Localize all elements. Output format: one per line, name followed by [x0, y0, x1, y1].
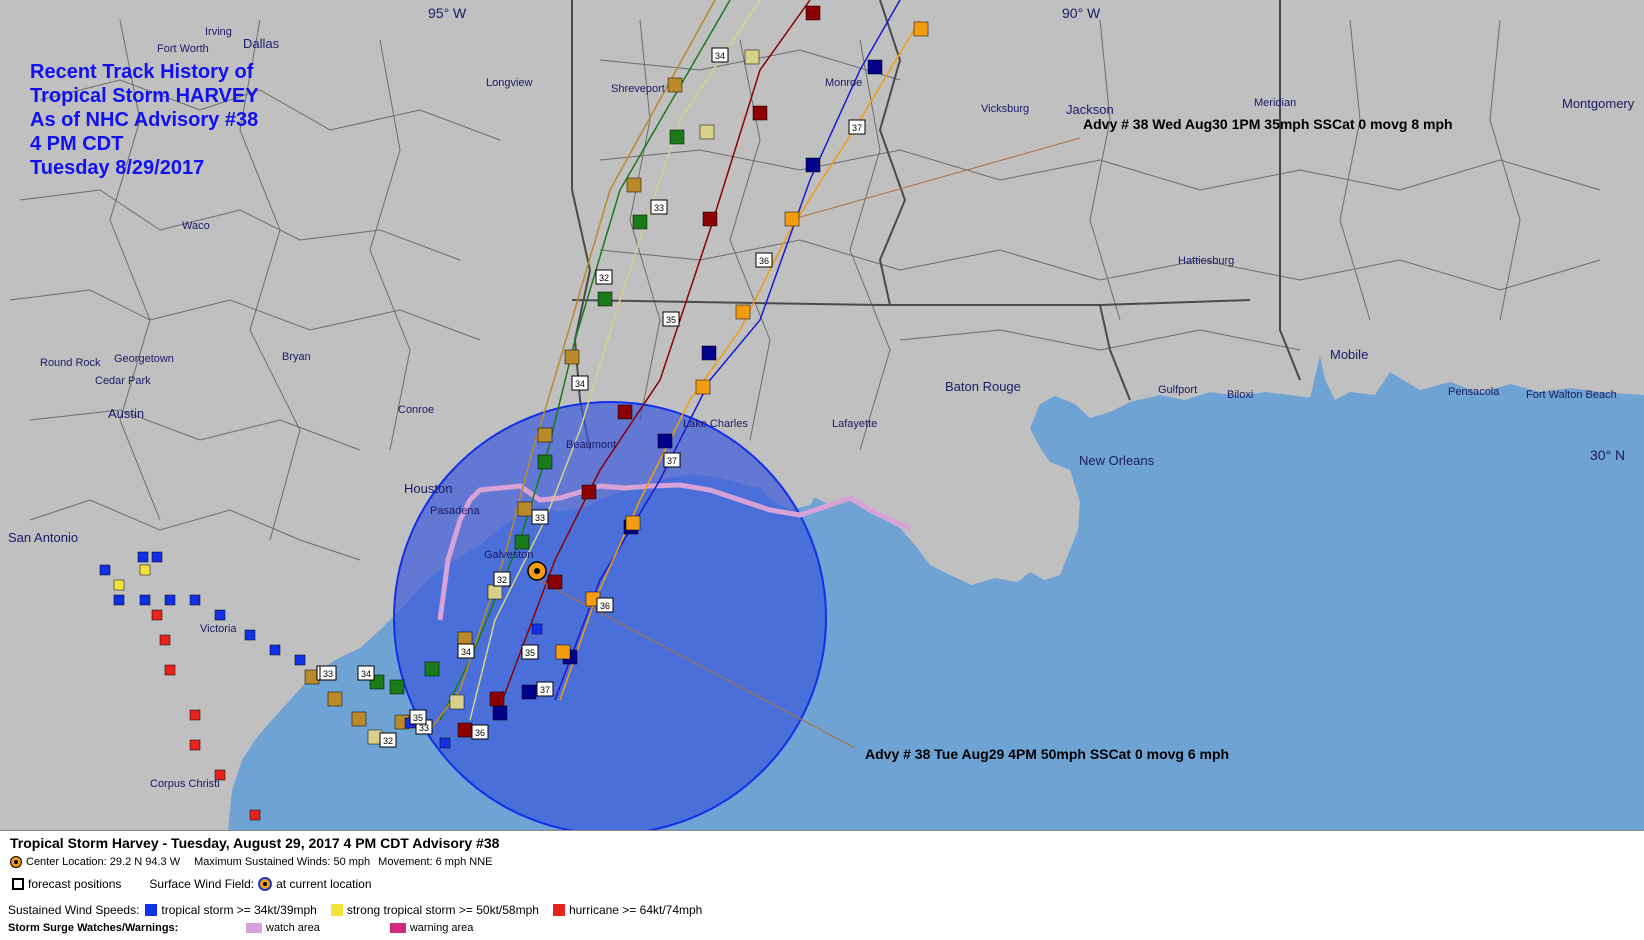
city-victoria: Victoria	[200, 623, 237, 635]
city-beaumont: Beaumont	[566, 439, 616, 451]
latitude-30-label: 30° N	[1590, 447, 1625, 463]
city-meridian: Meridian	[1254, 97, 1296, 109]
hurricane-label: hurricane >= 64kt/74mph	[568, 903, 703, 917]
legend-forecast-row: forecast positions Surface Wind Field: a…	[12, 877, 372, 891]
city-monroe: Monroe	[825, 77, 862, 89]
warning-area-label: warning area	[409, 922, 474, 934]
wind-field-icon	[258, 877, 273, 891]
meridian-90-label: 90° W	[1062, 5, 1101, 21]
callout-current: Advy # 38 Tue Aug29 4PM 50mph SSCat 0 mo…	[865, 746, 1229, 762]
hurricane-swatch	[552, 904, 565, 916]
city-conroe: Conroe	[398, 404, 434, 416]
forecast-positions-label: forecast positions	[28, 877, 122, 891]
city-pensacola: Pensacola	[1448, 386, 1500, 398]
watch-area-label: watch area	[266, 922, 320, 934]
city-lake-charles: Lake Charles	[683, 418, 748, 430]
svg-text:37: 37	[540, 685, 550, 695]
city-biloxi: Biloxi	[1227, 389, 1253, 401]
city-austin: Austin	[108, 406, 144, 421]
city-montgomery: Montgomery	[1562, 96, 1635, 111]
meridian-95-label: 95° W	[428, 5, 467, 21]
svg-text:37: 37	[667, 456, 677, 466]
svg-text:34: 34	[575, 379, 585, 389]
city-mobile: Mobile	[1330, 347, 1368, 362]
city-irving: Irving	[205, 26, 232, 38]
city-new-orleans: New Orleans	[1079, 453, 1155, 468]
center-location-label: Center Location: 29.2 N 94.3 W	[26, 856, 181, 868]
city-longview: Longview	[486, 77, 533, 89]
max-winds-label: Maximum Sustained Winds: 50 mph	[194, 856, 371, 868]
watch-area-swatch	[246, 923, 262, 933]
legend-center-row: Center Location: 29.2 N 94.3 W Maximum S…	[10, 856, 493, 868]
current-location-marker	[527, 561, 547, 581]
city-baton-rouge: Baton Rouge	[945, 379, 1021, 394]
svg-text:35: 35	[666, 315, 676, 325]
storm-track-map: 34 33 32 35 36 37 34 33 37 32 36 34 35 3…	[0, 0, 1644, 830]
city-waco: Waco	[182, 220, 210, 232]
svg-text:33: 33	[654, 203, 664, 213]
heading-line-5: Tuesday 8/29/2017	[30, 157, 204, 179]
tropical-storm-swatch	[145, 904, 158, 916]
svg-text:36: 36	[759, 256, 769, 266]
center-location-icon	[10, 856, 22, 868]
heading-line-1: Recent Track History of	[30, 61, 254, 83]
city-hattiesburg: Hattiesburg	[1178, 255, 1234, 267]
city-gulfport: Gulfport	[1158, 384, 1197, 396]
svg-text:37: 37	[852, 123, 862, 133]
city-vicksburg: Vicksburg	[981, 103, 1029, 115]
legend-title: Tropical Storm Harvey - Tuesday, August …	[10, 835, 500, 851]
forecast-position-icon	[12, 878, 24, 890]
svg-text:32: 32	[599, 273, 609, 283]
city-cedar-park: Cedar Park	[95, 375, 151, 387]
city-galveston: Galveston	[484, 549, 534, 561]
strong-tropical-storm-swatch	[330, 904, 343, 916]
city-georgetown: Georgetown	[114, 353, 174, 365]
heading-line-4: 4 PM CDT	[30, 133, 123, 155]
city-corpus-christi: Corpus Christi	[150, 778, 220, 790]
wind-field	[393, 401, 827, 830]
svg-text:35: 35	[413, 713, 423, 723]
svg-text:34: 34	[715, 51, 725, 61]
current-location-label: at current location	[276, 877, 372, 891]
movement-label: Movement: 6 mph NNE	[378, 856, 493, 868]
legend-wind-speeds-row: Sustained Wind Speeds: tropical storm >=…	[8, 903, 702, 917]
warning-area-swatch	[389, 923, 406, 933]
svg-text:36: 36	[600, 601, 610, 611]
city-lafayette: Lafayette	[832, 418, 877, 430]
city-fort-walton-beach: Fort Walton Beach	[1526, 389, 1617, 401]
city-jackson: Jackson	[1066, 102, 1114, 117]
city-houston: Houston	[404, 481, 452, 496]
heading-line-3: As of NHC Advisory #38	[30, 109, 258, 131]
svg-text:32: 32	[383, 736, 393, 746]
city-bryan: Bryan	[282, 351, 311, 363]
sustained-wind-speeds-label: Sustained Wind Speeds:	[8, 903, 140, 917]
tropical-storm-label: tropical storm >= 34kt/39mph	[161, 903, 317, 917]
surface-wind-field-label: Surface Wind Field:	[149, 877, 255, 891]
svg-text:33: 33	[535, 513, 545, 523]
svg-text:33: 33	[323, 669, 333, 679]
legend-storm-surge-row: Storm Surge Watches/Warnings: watch area…	[8, 922, 473, 934]
city-san-antonio: San Antonio	[8, 530, 78, 545]
strong-tropical-storm-label: strong tropical storm >= 50kt/58mph	[346, 903, 539, 917]
heading-line-2: Tropical Storm HARVEY	[30, 85, 259, 107]
callout-forecast: Advy # 38 Wed Aug30 1PM 35mph SSCat 0 mo…	[1083, 116, 1453, 132]
city-dallas: Dallas	[243, 36, 280, 51]
city-round-rock: Round Rock	[40, 357, 101, 369]
city-pasadena: Pasadena	[430, 505, 480, 517]
svg-text:36: 36	[475, 728, 485, 738]
legend: Tropical Storm Harvey - Tuesday, August …	[0, 830, 1644, 940]
svg-text:34: 34	[461, 647, 471, 657]
city-fort-worth: Fort Worth	[157, 43, 209, 55]
svg-text:34: 34	[361, 669, 371, 679]
svg-text:32: 32	[497, 575, 507, 585]
storm-surge-label: Storm Surge Watches/Warnings:	[8, 922, 179, 934]
svg-text:35: 35	[525, 648, 535, 658]
city-shreveport: Shreveport	[611, 83, 665, 95]
